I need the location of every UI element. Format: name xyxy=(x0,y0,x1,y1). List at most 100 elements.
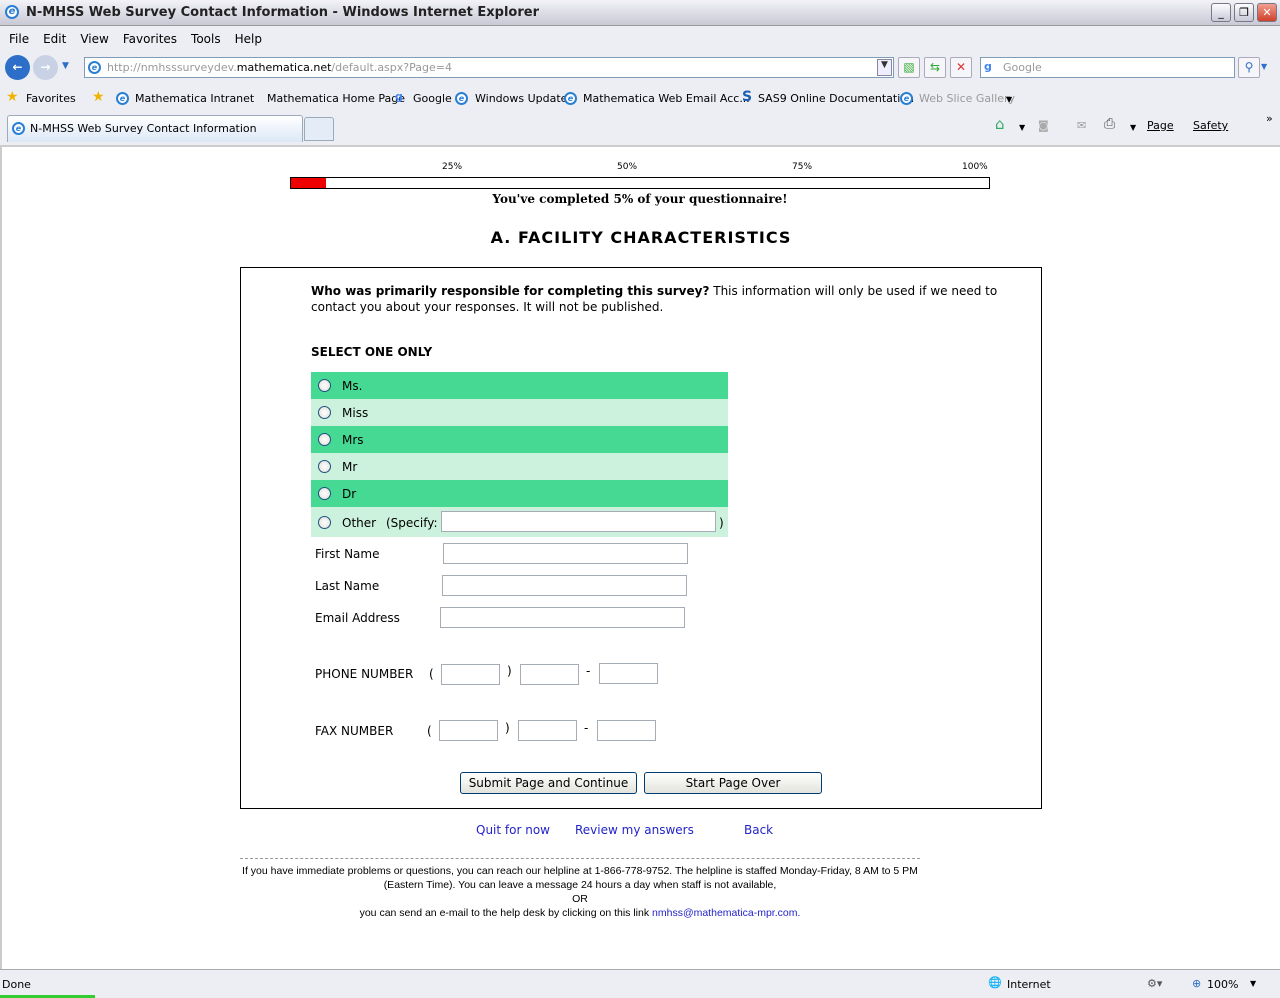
status-bar: Done 🌐 Internet ⚙▾ ⊕ 100% ▼ xyxy=(0,969,1280,998)
feeds-icon[interactable]: ◙ xyxy=(1038,119,1049,132)
menu-help[interactable]: Help xyxy=(235,32,262,46)
progress-tick: 75% xyxy=(792,162,813,172)
question-bold: Who was primarily responsible for comple… xyxy=(311,284,710,298)
refresh-icon[interactable]: ⇆ xyxy=(924,57,946,78)
option-mrs[interactable]: Mrs xyxy=(311,426,728,453)
other-specify-input[interactable] xyxy=(441,511,716,532)
quit-link[interactable]: Quit for now xyxy=(476,823,550,837)
menu-favorites[interactable]: Favorites xyxy=(123,32,177,46)
page-menu[interactable]: Page xyxy=(1147,119,1174,132)
help-email-link[interactable]: nmhss@mathematica-mpr.com. xyxy=(652,907,800,919)
option-ms[interactable]: Ms. xyxy=(311,372,728,399)
radio[interactable] xyxy=(318,460,331,473)
zoom-icon[interactable]: ⊕ xyxy=(1192,977,1201,990)
address-dropdown[interactable]: ▼ xyxy=(877,59,892,76)
status-text: Done xyxy=(2,978,31,991)
fav-sas9-docs[interactable]: SAS9 Online Documentation xyxy=(758,92,914,105)
start-over-button[interactable]: Start Page Over xyxy=(644,772,822,794)
forward-button[interactable]: → xyxy=(33,55,58,80)
print-icon[interactable]: ⎙ xyxy=(1104,116,1115,132)
safety-menu[interactable]: Safety xyxy=(1193,119,1228,132)
menu-view[interactable]: View xyxy=(80,32,108,46)
progress-bar xyxy=(290,177,990,189)
fav-web-email[interactable]: Mathematica Web Email Acc... xyxy=(583,92,750,105)
radio[interactable] xyxy=(318,487,331,500)
chevron-down-icon[interactable]: ▼ xyxy=(1006,95,1012,104)
chevron-down-icon[interactable]: ▼ xyxy=(1019,123,1025,132)
zoom-level[interactable]: 100% xyxy=(1207,978,1238,991)
search-input[interactable]: g Google xyxy=(980,57,1235,78)
last-name-input[interactable] xyxy=(442,575,687,596)
progress-tick: 50% xyxy=(617,162,638,172)
phone-area-code-input[interactable] xyxy=(441,664,500,685)
ie-icon: e xyxy=(12,122,25,135)
menu-tools[interactable]: Tools xyxy=(191,32,221,46)
paren: ( xyxy=(429,667,434,681)
radio[interactable] xyxy=(318,379,331,392)
google-icon: g xyxy=(984,60,992,73)
radio[interactable] xyxy=(318,406,331,419)
minimize-button[interactable]: _ xyxy=(1211,3,1231,22)
menu-edit[interactable]: Edit xyxy=(43,32,66,46)
tab-label: N-MHSS Web Survey Contact Information xyxy=(30,122,257,135)
chevron-down-icon[interactable]: ▼ xyxy=(1250,979,1256,988)
option-dr[interactable]: Dr xyxy=(311,480,728,507)
fax-line-input[interactable] xyxy=(597,720,656,741)
favorites-button[interactable]: Favorites xyxy=(26,92,76,105)
submit-button[interactable]: Submit Page and Continue xyxy=(460,772,637,794)
radio[interactable] xyxy=(318,433,331,446)
home-icon[interactable]: ⌂ xyxy=(995,115,1005,133)
mail-icon[interactable]: ✉ xyxy=(1077,119,1086,132)
add-favorites-icon[interactable]: ★ xyxy=(92,89,105,105)
title-bar: e N-MHSS Web Survey Contact Information … xyxy=(0,0,1280,26)
paren: ( xyxy=(427,724,432,738)
section-title: A. FACILITY CHARACTERISTICS xyxy=(490,228,792,247)
fav-google[interactable]: Google xyxy=(413,92,452,105)
dash: - xyxy=(586,664,591,678)
compatibility-view-icon[interactable]: ▧ xyxy=(898,57,920,78)
phone-label: PHONE NUMBER xyxy=(315,667,414,681)
back-button[interactable]: ← xyxy=(5,55,30,80)
phone-line-input[interactable] xyxy=(599,663,658,684)
back-link[interactable]: Back xyxy=(744,823,773,837)
restore-button[interactable]: ❐ xyxy=(1234,3,1254,22)
new-tab-button[interactable] xyxy=(304,117,334,141)
security-zone: Internet xyxy=(1007,978,1051,991)
email-input[interactable] xyxy=(440,607,685,628)
chevron-down-icon[interactable]: ▼ xyxy=(1130,123,1136,132)
fav-web-slice-gallery[interactable]: Web Slice Gallery xyxy=(919,92,1015,105)
globe-icon: 🌐 xyxy=(988,976,1002,989)
search-icon[interactable]: ⚲ xyxy=(1238,57,1260,78)
last-name-label: Last Name xyxy=(315,579,380,593)
option-miss[interactable]: Miss xyxy=(311,399,728,426)
fax-area-code-input[interactable] xyxy=(439,720,498,741)
review-link[interactable]: Review my answers xyxy=(575,823,694,837)
close-button[interactable]: ✕ xyxy=(1257,3,1277,22)
option-other[interactable]: Other (Specify: ) xyxy=(311,507,728,537)
radio[interactable] xyxy=(318,516,331,529)
first-name-input[interactable] xyxy=(443,543,688,564)
progress-message: You've completed 5% of your questionnair… xyxy=(492,192,788,206)
recent-pages-dropdown[interactable]: ▼ xyxy=(62,61,69,71)
page-icon: e xyxy=(900,92,913,105)
fav-windows-update[interactable]: Windows Update xyxy=(475,92,567,105)
url-domain: mathematica.net xyxy=(236,61,332,74)
fav-mathematica-home[interactable]: Mathematica Home Page xyxy=(267,92,405,105)
fax-prefix-input[interactable] xyxy=(518,720,577,741)
option-mr[interactable]: Mr xyxy=(311,453,728,480)
menu-file[interactable]: File xyxy=(9,32,29,46)
more-commands-icon[interactable]: » xyxy=(1266,112,1273,125)
specify-close: ) xyxy=(719,516,724,530)
address-bar[interactable]: e http://nmhsssurveydev.mathematica.net/d… xyxy=(84,57,894,78)
protected-mode-icon[interactable]: ⚙▾ xyxy=(1147,977,1162,990)
phone-prefix-input[interactable] xyxy=(520,664,579,685)
dash: - xyxy=(584,721,589,735)
fav-mathematica-intranet[interactable]: Mathematica Intranet xyxy=(135,92,254,105)
option-label: Other xyxy=(342,516,377,530)
email-label: Email Address xyxy=(315,611,400,625)
tab-active[interactable]: e N-MHSS Web Survey Contact Information xyxy=(7,115,303,142)
search-options-dropdown[interactable]: ▼ xyxy=(1261,62,1267,71)
stop-icon[interactable]: ✕ xyxy=(950,57,972,78)
question-text: Who was primarily responsible for comple… xyxy=(311,283,1031,315)
paren: ) xyxy=(507,664,512,678)
